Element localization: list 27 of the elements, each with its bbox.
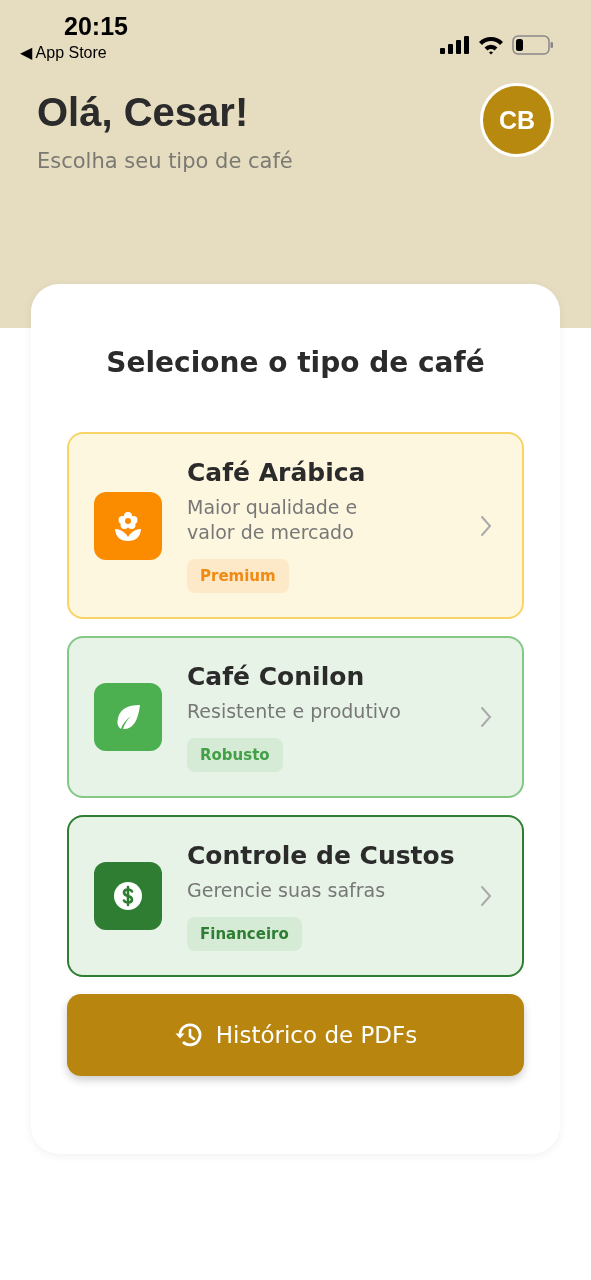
back-link[interactable]: ◀ App Store	[20, 43, 128, 62]
signal-icon	[440, 36, 470, 54]
battery-icon	[512, 35, 554, 55]
option-description: Resistente e produtivo	[187, 699, 401, 725]
greeting-title: Olá, Cesar!	[37, 90, 250, 135]
option-tag: Premium	[187, 559, 289, 594]
option-card[interactable]: Controle de Custos Gerencie suas safras Financeiro	[67, 815, 524, 978]
history-icon	[173, 1022, 202, 1049]
dollar-icon	[113, 881, 143, 912]
option-description: Maior qualidade e valor de mercado	[187, 495, 359, 546]
chevron-icon	[480, 885, 492, 908]
leaf-icon	[115, 704, 141, 731]
option-tag: Financeiro	[187, 917, 302, 952]
status-time: 20:15	[63, 12, 128, 41]
card-title: Selecione o tipo de café	[105, 346, 486, 379]
flower-icon	[113, 509, 143, 542]
option-tag: Robusto	[187, 738, 283, 773]
chevron-icon	[480, 514, 492, 537]
option-card[interactable]: Café Arábica Maior qualidade e valor de mercado Premium	[67, 432, 524, 620]
option-title: Café Arábica	[187, 458, 366, 487]
option-description: Gerencie suas safras	[187, 878, 386, 904]
greeting-subtitle: Escolha seu tipo de café	[37, 149, 293, 173]
option-title: Café Conilon	[187, 662, 365, 692]
option-title: Controle de Custos	[187, 841, 455, 871]
option-card[interactable]: Café Conilon Resistente e produtivo Robusto	[67, 636, 524, 799]
wifi-icon	[478, 35, 504, 55]
chevron-icon	[480, 706, 492, 729]
